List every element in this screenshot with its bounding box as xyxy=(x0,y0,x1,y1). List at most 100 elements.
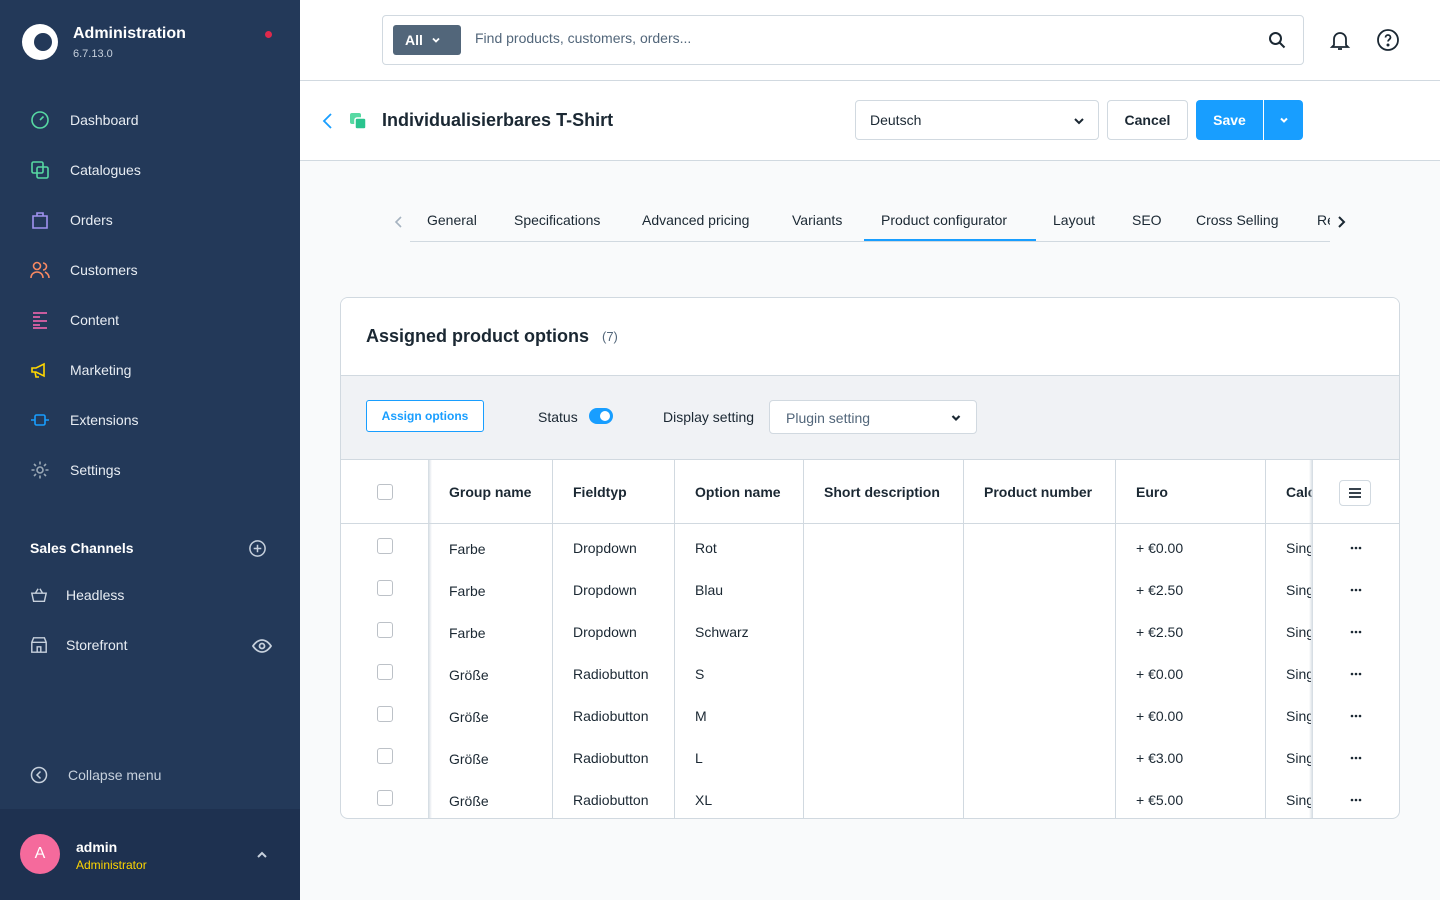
chevron-down-icon xyxy=(951,415,961,422)
row-actions-icon[interactable] xyxy=(1350,798,1362,802)
cell-calculation: Single xyxy=(1286,582,1311,598)
row-checkbox[interactable] xyxy=(377,538,393,554)
select-all-checkbox[interactable] xyxy=(377,484,393,500)
brand[interactable]: Administration 6.7.13.0 xyxy=(22,24,186,60)
row-actions-icon[interactable] xyxy=(1350,630,1362,634)
cell-euro: + €0.00 xyxy=(1136,708,1184,724)
nav-item-catalogues[interactable]: Catalogues xyxy=(0,145,300,195)
cell-fieldtyp: Dropdown xyxy=(573,582,637,598)
customers-icon xyxy=(30,260,50,280)
nav-item-customers[interactable]: Customers xyxy=(0,245,300,295)
nav-item-label: Customers xyxy=(70,262,138,278)
cell-group-name: Farbe xyxy=(449,541,486,557)
row-checkbox[interactable] xyxy=(377,706,393,722)
back-arrow-icon[interactable] xyxy=(320,111,336,131)
row-checkbox[interactable] xyxy=(377,748,393,764)
menu-icon xyxy=(1349,488,1361,498)
cell-fieldtyp: Dropdown xyxy=(573,624,637,640)
cell-option-name: Rot xyxy=(695,540,717,556)
eye-icon[interactable] xyxy=(252,637,272,655)
column-settings-button[interactable] xyxy=(1339,480,1371,506)
main-nav: Dashboard Catalogues Orders Customers Co… xyxy=(0,95,300,495)
language-select[interactable]: Deutsch xyxy=(855,100,1099,140)
row-actions-icon[interactable] xyxy=(1350,714,1362,718)
nav-item-marketing[interactable]: Marketing xyxy=(0,345,300,395)
table-row[interactable]: Größe Radiobutton L + €3.00 Single xyxy=(341,737,1399,779)
user-menu[interactable]: A admin Administrator xyxy=(0,809,300,900)
cell-group-name: Größe xyxy=(449,667,489,683)
bell-icon[interactable] xyxy=(1328,28,1352,52)
tab-variants[interactable]: Variants xyxy=(792,212,842,241)
row-actions-icon[interactable] xyxy=(1350,588,1362,592)
nav-item-settings[interactable]: Settings xyxy=(0,445,300,495)
cell-euro: + €2.50 xyxy=(1136,624,1184,640)
sales-channels-title: Sales Channels xyxy=(30,540,134,556)
column-header-option-name[interactable]: Option name xyxy=(695,484,805,500)
cell-calculation: Single xyxy=(1286,624,1311,640)
add-sales-channel-icon[interactable] xyxy=(248,539,267,558)
display-setting-select[interactable]: Plugin setting xyxy=(769,400,977,434)
nav-item-extensions[interactable]: Extensions xyxy=(0,395,300,445)
tab-seo[interactable]: SEO xyxy=(1132,212,1162,241)
search-type-select[interactable]: All xyxy=(393,25,461,55)
avatar: A xyxy=(20,834,60,874)
assign-options-button[interactable]: Assign options xyxy=(366,400,484,432)
table-row[interactable]: Größe Radiobutton XL + €5.00 Single xyxy=(341,779,1399,818)
row-checkbox[interactable] xyxy=(377,664,393,680)
product-tabs: General Specifications Advanced pricing … xyxy=(410,200,1330,242)
nav-item-orders[interactable]: Orders xyxy=(0,195,300,245)
tabs-scroll-left-icon[interactable] xyxy=(392,214,406,230)
sales-channel-storefront[interactable]: Storefront xyxy=(30,634,127,656)
cell-fieldtyp: Radiobutton xyxy=(573,708,649,724)
row-actions-icon[interactable] xyxy=(1350,672,1362,676)
column-header-euro[interactable]: Euro xyxy=(1136,484,1264,500)
table-row[interactable]: Farbe Dropdown Schwarz + €2.50 Single xyxy=(341,611,1399,653)
search-input[interactable] xyxy=(475,30,1235,46)
tabs-scroll-right-icon[interactable] xyxy=(1334,214,1348,230)
tab-reviews[interactable]: Reviews xyxy=(1317,212,1330,241)
product-icon xyxy=(350,113,367,130)
nav-item-label: Dashboard xyxy=(70,112,139,128)
collapse-menu-button[interactable]: Collapse menu xyxy=(30,766,161,784)
row-checkbox[interactable] xyxy=(377,580,393,596)
sales-channel-headless[interactable]: Headless xyxy=(30,584,124,606)
row-checkbox[interactable] xyxy=(377,790,393,806)
cell-euro: + €2.50 xyxy=(1136,582,1184,598)
content-icon xyxy=(30,310,50,330)
save-button[interactable]: Save xyxy=(1196,100,1263,140)
table-row[interactable]: Farbe Dropdown Rot + €0.00 Single xyxy=(341,527,1399,569)
nav-item-label: Settings xyxy=(70,462,121,478)
options-count: (7) xyxy=(602,329,618,344)
nav-item-content[interactable]: Content xyxy=(0,295,300,345)
column-header-group-name[interactable]: Group name xyxy=(449,484,553,500)
shopware-logo-icon xyxy=(22,24,58,60)
row-actions-icon[interactable] xyxy=(1350,756,1362,760)
table-row[interactable]: Farbe Dropdown Blau + €2.50 Single xyxy=(341,569,1399,611)
nav-item-dashboard[interactable]: Dashboard xyxy=(0,95,300,145)
help-icon[interactable] xyxy=(1376,28,1400,52)
status-toggle[interactable] xyxy=(589,408,613,424)
tab-specifications[interactable]: Specifications xyxy=(514,212,600,241)
chevron-up-icon[interactable] xyxy=(254,847,270,863)
cell-option-name: Blau xyxy=(695,582,724,598)
tab-layout[interactable]: Layout xyxy=(1053,212,1095,241)
nav-item-label: Marketing xyxy=(70,362,132,378)
tab-product-configurator[interactable]: Product configurator xyxy=(881,212,1007,241)
tab-cross-selling[interactable]: Cross Selling xyxy=(1196,212,1278,241)
table-row[interactable]: Größe Radiobutton M + €0.00 Single xyxy=(341,695,1399,737)
tab-general[interactable]: General xyxy=(427,212,477,241)
card-toolbar: Assign options Status Display setting Pl… xyxy=(341,376,1399,460)
global-search: All xyxy=(382,15,1304,65)
column-header-product-number[interactable]: Product number xyxy=(984,484,1116,500)
nav-item-label: Content xyxy=(70,312,120,328)
column-header-short-description[interactable]: Short description xyxy=(824,484,964,500)
column-header-fieldtyp[interactable]: Fieldtyp xyxy=(573,484,673,500)
cancel-button[interactable]: Cancel xyxy=(1107,100,1188,140)
row-actions-icon[interactable] xyxy=(1350,546,1362,550)
tab-advanced-pricing[interactable]: Advanced pricing xyxy=(642,212,749,241)
orders-icon xyxy=(30,210,50,230)
save-options-button[interactable] xyxy=(1264,100,1303,140)
search-icon[interactable] xyxy=(1268,31,1286,49)
table-row[interactable]: Größe Radiobutton S + €0.00 Single xyxy=(341,653,1399,695)
row-checkbox[interactable] xyxy=(377,622,393,638)
